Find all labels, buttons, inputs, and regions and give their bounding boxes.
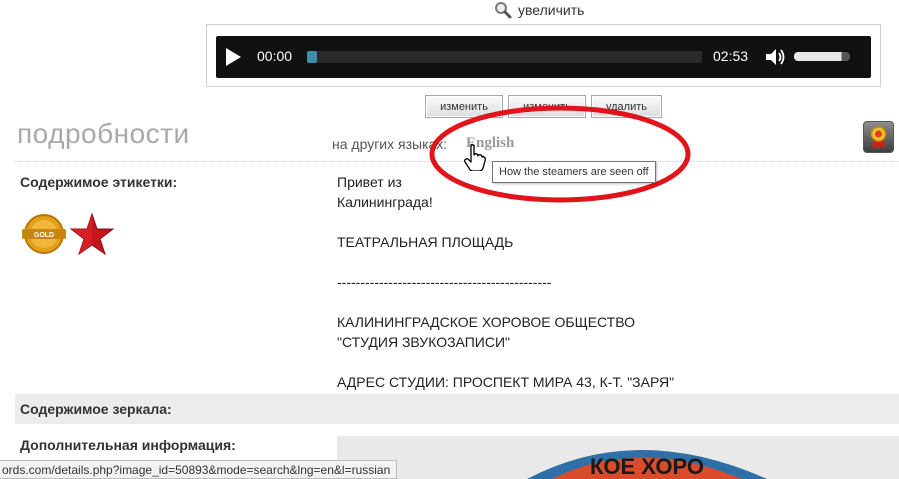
audio-player: 00:00 02:53 (216, 36, 871, 78)
award-ribbon-icon (870, 126, 887, 150)
tooltip: How the steamers are seen off (492, 161, 656, 183)
record-photo[interactable]: КОЕ ХОРО (337, 436, 899, 479)
play-icon[interactable] (226, 48, 241, 66)
red-star-icon (69, 212, 115, 256)
mirror-heading: Содержимое зеркала: (20, 401, 172, 417)
details-title: подробности (17, 118, 190, 149)
record-label-text: КОЕ ХОРО (590, 454, 704, 479)
zoom-label: увеличить (518, 2, 585, 18)
magnifier-icon (495, 2, 512, 19)
duration: 02:53 (713, 48, 749, 64)
hand-cursor-icon (464, 144, 486, 171)
label-contents-text: Привет из Калининграда! ТЕАТРАЛЬНАЯ ПЛОЩ… (337, 174, 675, 390)
volume-slider[interactable] (794, 52, 850, 61)
label-contents-heading: Содержимое этикетки: (20, 174, 178, 190)
status-bar-url: ords.com/details.php?image_id=50893&mode… (0, 460, 397, 479)
additional-info-heading: Дополнительная информация: (20, 437, 236, 453)
volume-icon[interactable] (764, 47, 786, 67)
gold-medal-icon: GOLD (22, 213, 66, 255)
seek-bar[interactable] (307, 51, 702, 63)
seek-thumb[interactable] (307, 51, 317, 63)
gold-medal-text: GOLD (34, 232, 54, 239)
zoom-link[interactable]: увеличить (494, 0, 584, 20)
current-time: 00:00 (257, 48, 293, 64)
award-button[interactable] (863, 121, 894, 153)
audio-player-frame: 00:00 02:53 (206, 24, 881, 87)
